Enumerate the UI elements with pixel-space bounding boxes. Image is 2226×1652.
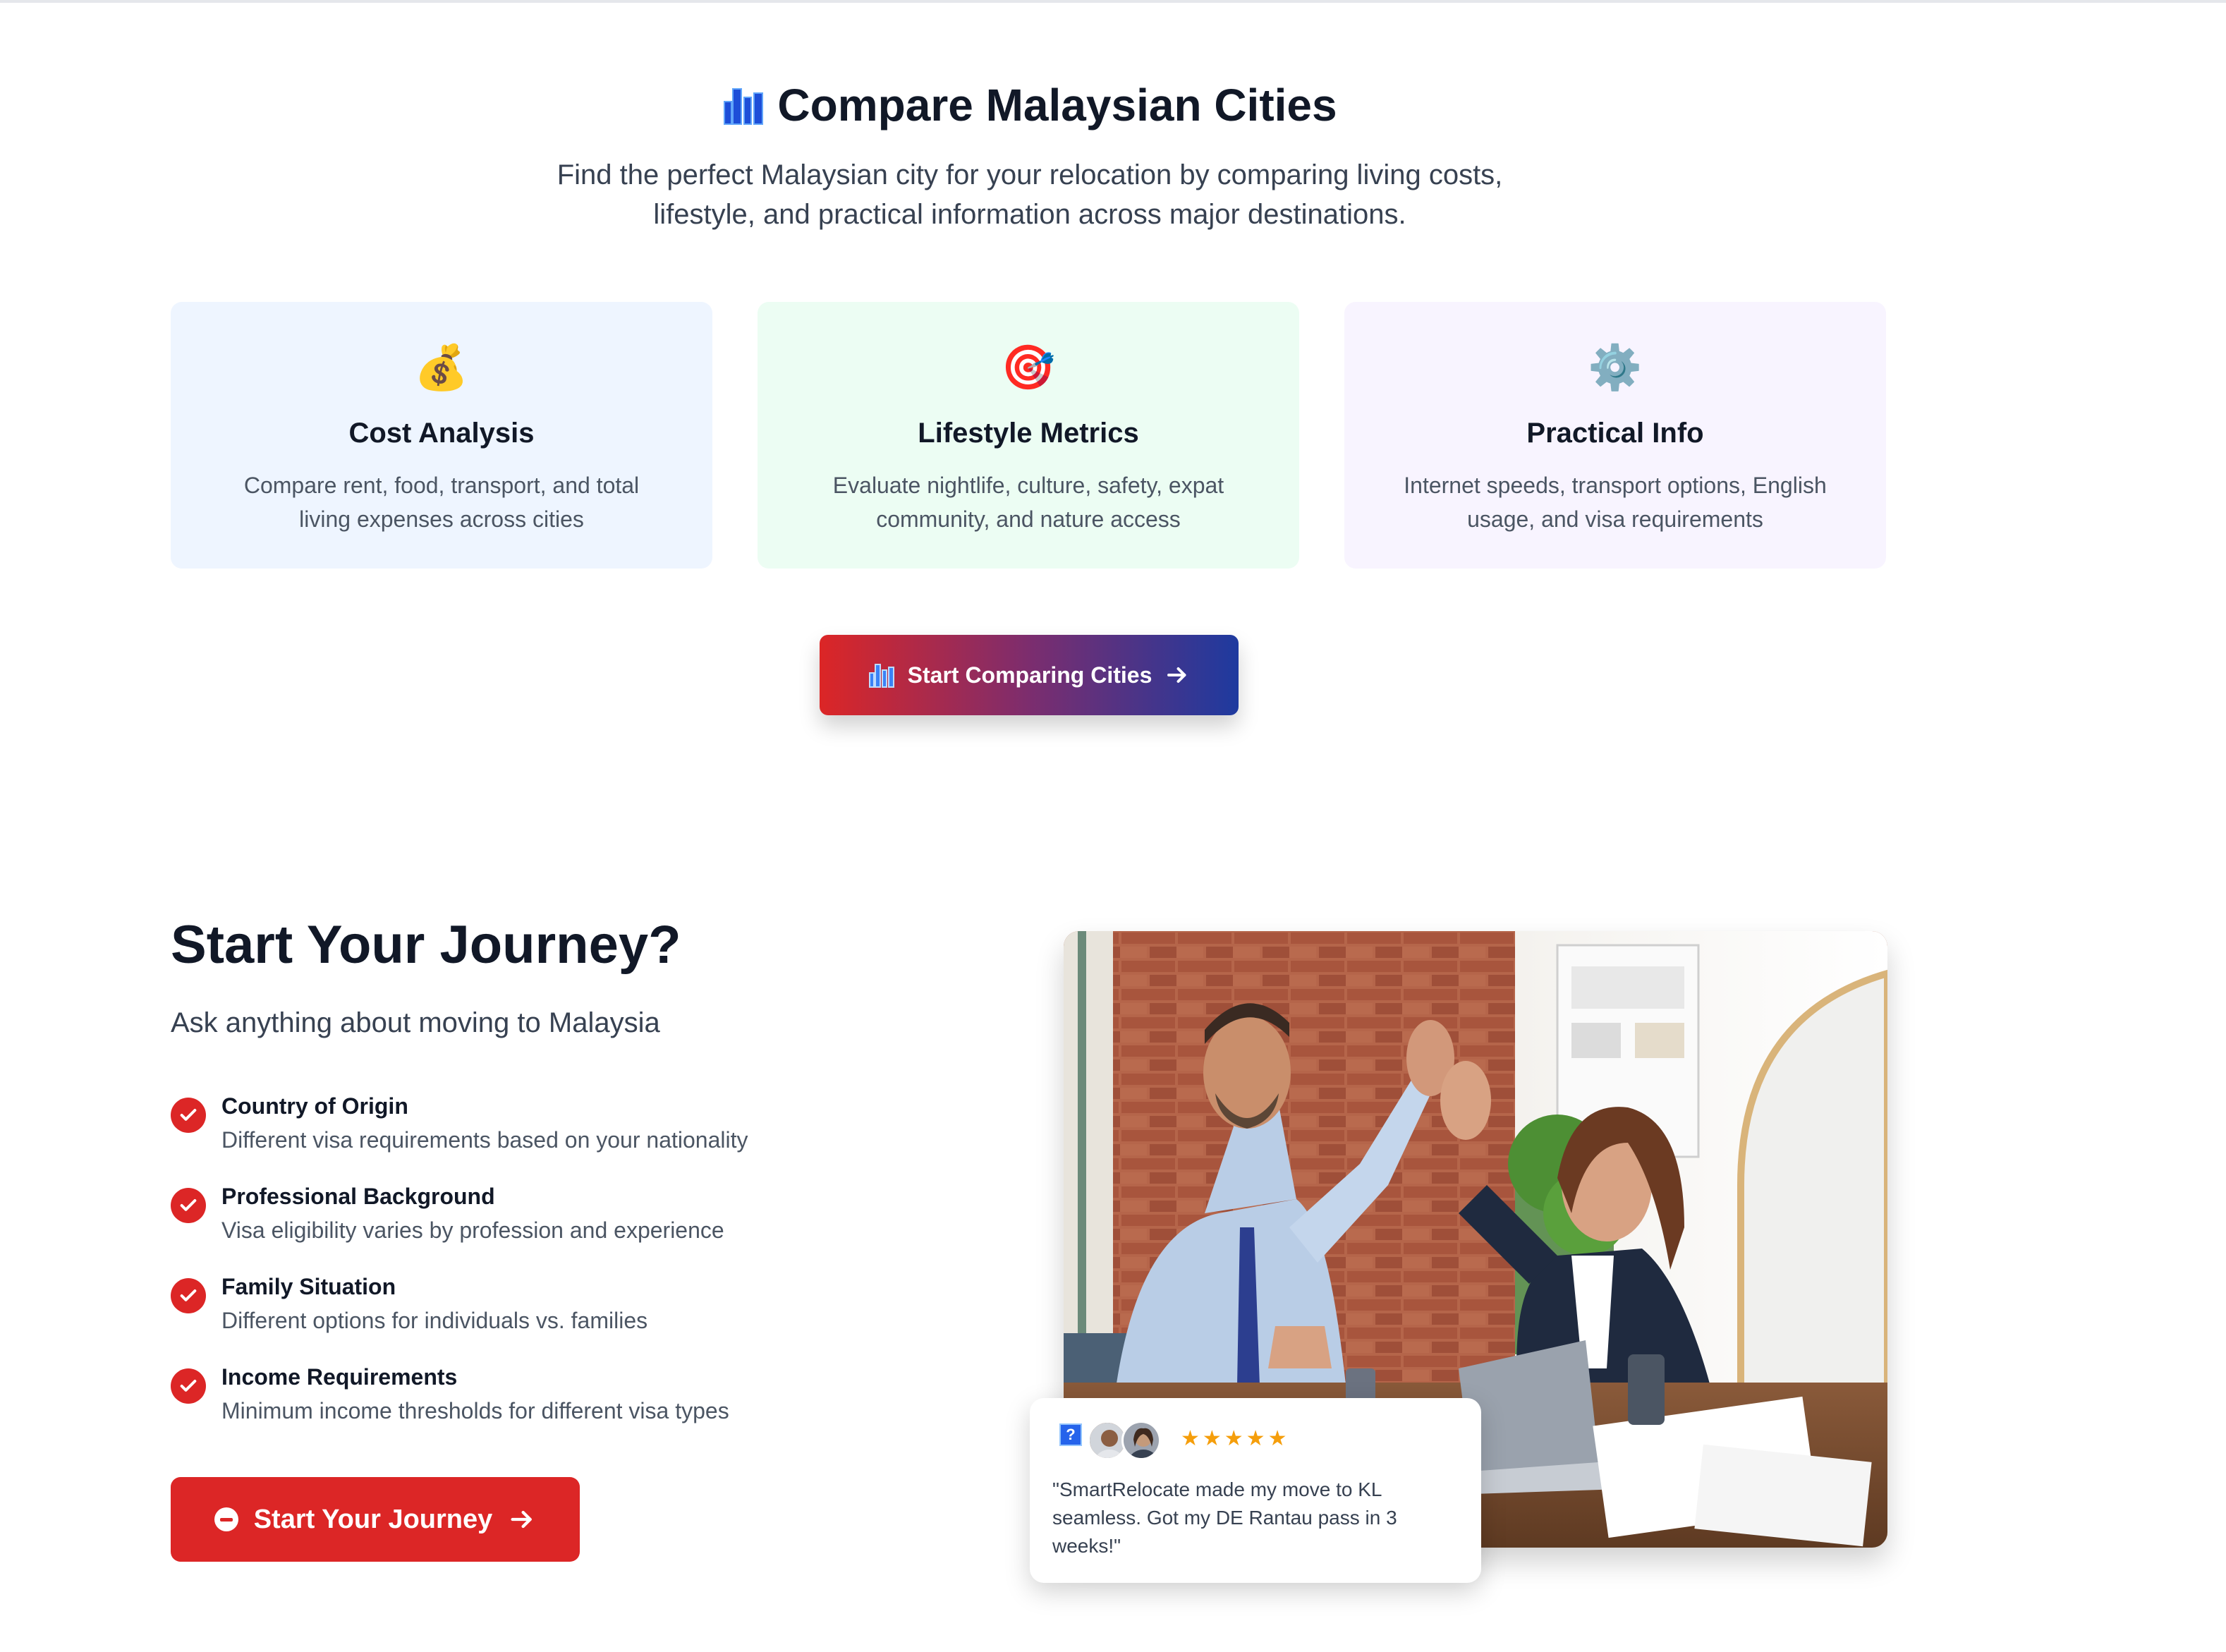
feature-description: Different options for individuals vs. fa… <box>221 1308 648 1333</box>
question-mark-icon: ? <box>1059 1423 1082 1446</box>
avatar <box>1121 1421 1161 1460</box>
button-label: Start Comparing Cities <box>907 662 1152 688</box>
check-circle-icon <box>171 1188 206 1223</box>
rating-stars: ★★★★★ <box>1181 1427 1290 1450</box>
check-circle-icon <box>171 1278 206 1313</box>
cityscape-icon <box>868 662 895 688</box>
top-divider <box>0 0 2226 3</box>
feature-description: Minimum income thresholds for different … <box>221 1398 729 1423</box>
card-cost-analysis: 💰 Cost Analysis Compare rent, food, tran… <box>171 302 712 569</box>
feature-description: Different visa requirements based on you… <box>221 1127 748 1153</box>
card-title: Cost Analysis <box>348 418 535 449</box>
journey-title: Start Your Journey? <box>171 915 681 975</box>
card-practical-info: ⚙️ Practical Info Internet speeds, trans… <box>1344 302 1886 569</box>
button-label: Start Your Journey <box>253 1504 493 1534</box>
journey-subtitle: Ask anything about moving to Malaysia <box>171 1007 660 1038</box>
compare-section-title: Compare Malaysian Cities <box>0 79 2060 131</box>
testimonial-card: ? ★★★★★ "SmartRelocate made my move to K… <box>1030 1398 1481 1583</box>
start-your-journey-button[interactable]: Start Your Journey <box>171 1477 580 1562</box>
target-icon: 🎯 <box>1001 344 1056 392</box>
cityscape-icon <box>722 85 765 125</box>
card-title: Practical Info <box>1526 418 1704 449</box>
compare-title-text: Compare Malaysian Cities <box>777 80 1337 130</box>
compare-subtitle: Find the perfect Malaysian city for your… <box>556 159 1503 230</box>
card-lifestyle-metrics: 🎯 Lifestyle Metrics Evaluate nightlife, … <box>758 302 1299 569</box>
money-bag-icon: 💰 <box>414 344 469 392</box>
check-circle-icon <box>171 1098 206 1133</box>
feature-title: Professional Background <box>221 1184 495 1209</box>
check-circle-icon <box>171 1368 206 1404</box>
start-comparing-cities-button[interactable]: Start Comparing Cities <box>820 635 1239 715</box>
feature-title: Income Requirements <box>221 1364 458 1390</box>
card-description: Internet speeds, transport options, Engl… <box>1404 473 1827 532</box>
card-description: Compare rent, food, transport, and total… <box>243 473 640 532</box>
feature-title: Family Situation <box>221 1274 396 1299</box>
gear-icon: ⚙️ <box>1588 344 1643 392</box>
arrow-right-icon <box>511 1510 533 1529</box>
feature-description: Visa eligibility varies by profession an… <box>221 1217 724 1243</box>
testimonial-quote: "SmartRelocate made my move to KL seamle… <box>1052 1478 1397 1557</box>
feature-title: Country of Origin <box>221 1093 408 1119</box>
arrow-right-icon <box>1167 667 1186 683</box>
card-title: Lifestyle Metrics <box>918 418 1139 449</box>
minus-circle-icon <box>214 1507 238 1531</box>
card-description: Evaluate nightlife, culture, safety, exp… <box>832 473 1224 532</box>
